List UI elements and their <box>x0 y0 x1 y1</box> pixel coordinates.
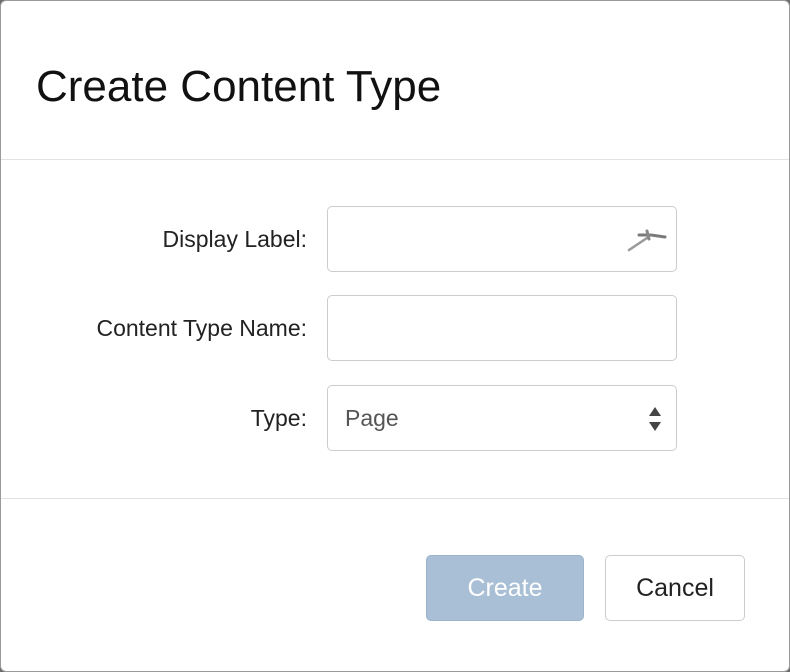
create-content-type-dialog: Create Content Type Display Label: Conte… <box>0 0 790 672</box>
dialog-title: Create Content Type <box>36 62 442 111</box>
content-type-name-label: Content Type Name: <box>96 315 307 341</box>
sort-arrows-icon <box>648 406 662 432</box>
type-select[interactable]: Page <box>327 385 677 451</box>
dialog-body: Display Label: Content Type Name: Type: … <box>1 160 789 499</box>
create-button[interactable]: Create <box>426 555 584 621</box>
type-select-value: Page <box>345 405 399 431</box>
display-label-label: Display Label: <box>162 226 307 252</box>
display-label-row: Display Label: <box>1 206 789 272</box>
content-type-name-row: Content Type Name: <box>1 295 789 361</box>
content-type-name-input[interactable] <box>327 295 677 361</box>
wrench-tool-icon[interactable] <box>625 226 669 254</box>
type-label: Type: <box>250 405 307 431</box>
cancel-button[interactable]: Cancel <box>605 555 745 621</box>
dialog-header: Create Content Type <box>1 1 789 160</box>
type-row: Type: Page <box>1 385 789 451</box>
